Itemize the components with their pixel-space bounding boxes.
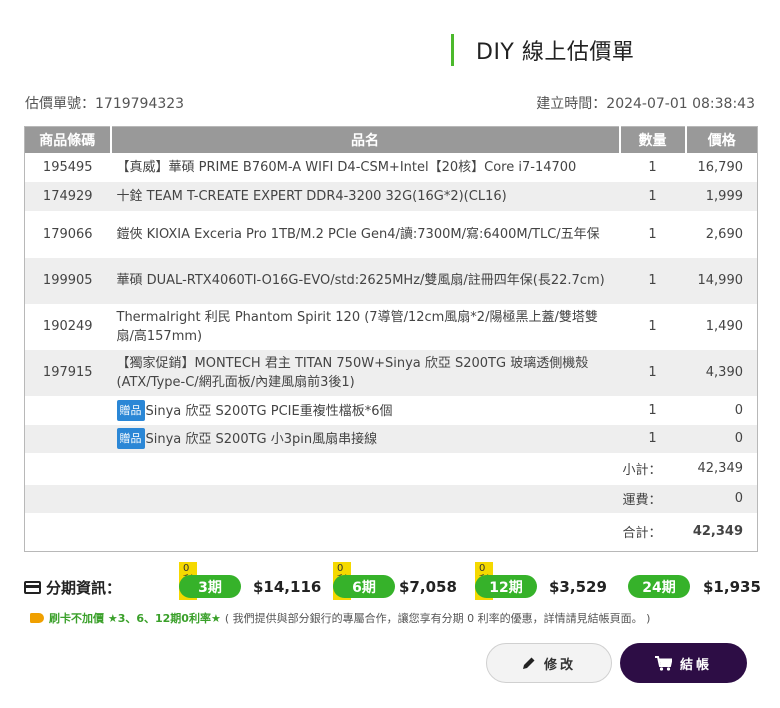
item-qty: 1	[619, 395, 686, 425]
item-name: 鎧俠 KIOXIA Exceria Pro 1TB/M.2 PCIe Gen4/…	[110, 210, 620, 258]
item-name-cell: 贈品 Sinya 欣亞 S200TG PCIE重複性檔板*6個	[110, 395, 620, 425]
total-row: 合計： 42,349	[24, 512, 758, 552]
created-time: 建立時間：2024-07-01 08:38:43	[536, 96, 755, 112]
cart-icon	[654, 655, 672, 671]
table-row: 199905 華碩 DUAL-RTX4060TI-O16G-EVO/std:26…	[24, 257, 758, 304]
item-price: 14,990	[685, 257, 758, 304]
edit-button-label: 修改	[543, 657, 576, 673]
item-code: 199905	[24, 257, 111, 304]
item-code: 190249	[24, 303, 111, 350]
table-row-gift: 贈品 Sinya 欣亞 S200TG PCIE重複性檔板*6個 1 0	[24, 395, 758, 425]
item-qty: 1	[619, 303, 686, 350]
checkout-button[interactable]: 結帳	[620, 643, 747, 683]
header-code: 商品條碼	[24, 126, 111, 153]
item-qty: 1	[619, 181, 686, 211]
item-price: 2,690	[685, 210, 758, 258]
pencil-icon	[522, 657, 535, 669]
item-price: 16,790	[685, 152, 758, 182]
table-row: 195495 【真威】華碩 PRIME B760M-A WIFI D4-CSM+…	[24, 152, 758, 182]
item-name: Sinya 欣亞 S200TG PCIE重複性檔板*6個	[145, 403, 393, 419]
item-price: 1,999	[685, 181, 758, 211]
item-price: 0	[685, 395, 758, 425]
table-row: 190249 Thermalright 利民 Phantom Spirit 12…	[24, 303, 758, 350]
subtotal-row: 小計： 42,349	[24, 452, 758, 485]
total-label: 合計：	[24, 512, 686, 552]
item-code: 195495	[24, 152, 111, 182]
plan-term: 24期	[628, 575, 690, 598]
title-accent-bar	[451, 34, 454, 66]
item-qty: 1	[619, 152, 686, 182]
plan-amount: $1,935	[703, 577, 761, 596]
item-code: 174929	[24, 181, 111, 211]
total-value: 42,349	[685, 512, 758, 552]
promo-note: 刷卡不加價 ★3、6、12期0利率★ ( 我們提供與部分銀行的專屬合作，讓您享有…	[30, 610, 650, 626]
item-name: 十銓 TEAM T-CREATE EXPERT DDR4-3200 32G(16…	[110, 181, 620, 211]
hand-point-icon	[30, 613, 44, 623]
installment-label-text: 分期資訊：	[46, 579, 122, 597]
item-qty: 1	[619, 424, 686, 453]
quote-number: 估價單號：1719794323	[25, 96, 185, 112]
gift-badge: 贈品	[116, 399, 145, 421]
item-code	[24, 395, 111, 425]
item-price: 1,490	[685, 303, 758, 350]
item-name: 【獨家促銷】MONTECH 君主 TITAN 750W+Sinya 欣亞 S20…	[110, 349, 620, 396]
item-code: 197915	[24, 349, 111, 396]
installment-label: 分期資訊：	[24, 577, 121, 598]
promo-text: ( 我們提供與部分銀行的專屬合作，讓您享有分期 0 利率的優惠，詳情請見結帳頁面…	[224, 612, 651, 625]
item-name: 華碩 DUAL-RTX4060TI-O16G-EVO/std:2625MHz/雙…	[110, 257, 620, 304]
plan-amount: $14,116	[253, 577, 322, 596]
plan-term: 12期	[475, 575, 537, 598]
shipping-row: 運費： 0	[24, 484, 758, 513]
item-qty: 1	[619, 210, 686, 258]
plan-amount: $3,529	[549, 577, 607, 596]
item-name-cell: 贈品 Sinya 欣亞 S200TG 小3pin風扇串接線	[110, 424, 620, 453]
item-qty: 1	[619, 257, 686, 304]
item-name: Sinya 欣亞 S200TG 小3pin風扇串接線	[145, 432, 378, 447]
plan-amount: $7,058	[399, 577, 457, 596]
checkout-button-label: 結帳	[679, 657, 712, 673]
page-title-text: DIY 線上估價單	[476, 40, 635, 65]
subtotal-label: 小計：	[24, 452, 686, 485]
item-price: 0	[685, 424, 758, 453]
table-row: 179066 鎧俠 KIOXIA Exceria Pro 1TB/M.2 PCI…	[24, 210, 758, 258]
plan-term: 6期	[333, 575, 395, 598]
plan-term: 3期	[179, 575, 241, 598]
item-code: 179066	[24, 210, 111, 258]
item-price: 4,390	[685, 349, 758, 396]
header-qty: 數量	[618, 126, 686, 153]
credit-card-icon	[24, 581, 41, 594]
subtotal-value: 42,349	[685, 452, 758, 485]
item-code	[24, 424, 111, 453]
gift-badge: 贈品	[116, 428, 145, 449]
item-qty: 1	[619, 349, 686, 396]
header-name: 品名	[109, 126, 620, 153]
quote-table: 商品條碼 品名 數量 價格 195495 【真威】華碩 PRIME B760M-…	[24, 126, 758, 552]
page-title: DIY 線上估價單	[451, 33, 634, 67]
item-name: 【真威】華碩 PRIME B760M-A WIFI D4-CSM+Intel【2…	[110, 152, 620, 182]
table-header-row: 商品條碼 品名 數量 價格	[24, 126, 758, 153]
table-row-gift: 贈品 Sinya 欣亞 S200TG 小3pin風扇串接線 1 0	[24, 424, 758, 453]
shipping-value: 0	[685, 484, 758, 513]
item-name: Thermalright 利民 Phantom Spirit 120 (7導管/…	[110, 303, 620, 350]
promo-highlight: 刷卡不加價 ★3、6、12期0利率★	[49, 612, 221, 625]
table-row: 174929 十銓 TEAM T-CREATE EXPERT DDR4-3200…	[24, 181, 758, 211]
edit-button[interactable]: 修改	[486, 643, 612, 683]
header-price: 價格	[684, 126, 758, 153]
table-row: 197915 【獨家促銷】MONTECH 君主 TITAN 750W+Sinya…	[24, 349, 758, 396]
shipping-label: 運費：	[24, 484, 686, 513]
